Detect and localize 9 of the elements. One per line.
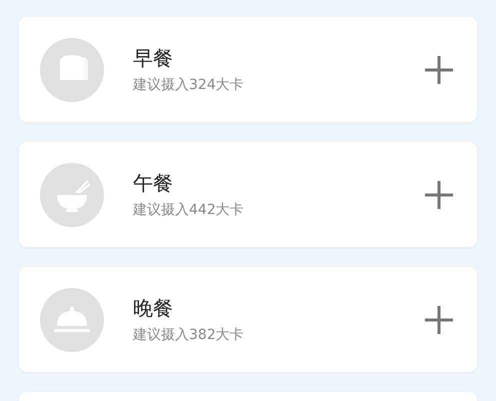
cloche-icon xyxy=(40,288,104,352)
calorie-hint: 建议摄入442大卡 xyxy=(133,201,245,219)
calorie-hint: 建议摄入324大卡 xyxy=(133,76,245,94)
calorie-hint: 建议摄入382大卡 xyxy=(133,326,245,344)
bowl-icon xyxy=(40,162,104,226)
meal-title: 午餐 xyxy=(133,170,174,197)
bread-icon xyxy=(40,38,104,102)
meal-title: 早餐 xyxy=(133,45,174,72)
meal-title: 晚餐 xyxy=(133,295,174,322)
